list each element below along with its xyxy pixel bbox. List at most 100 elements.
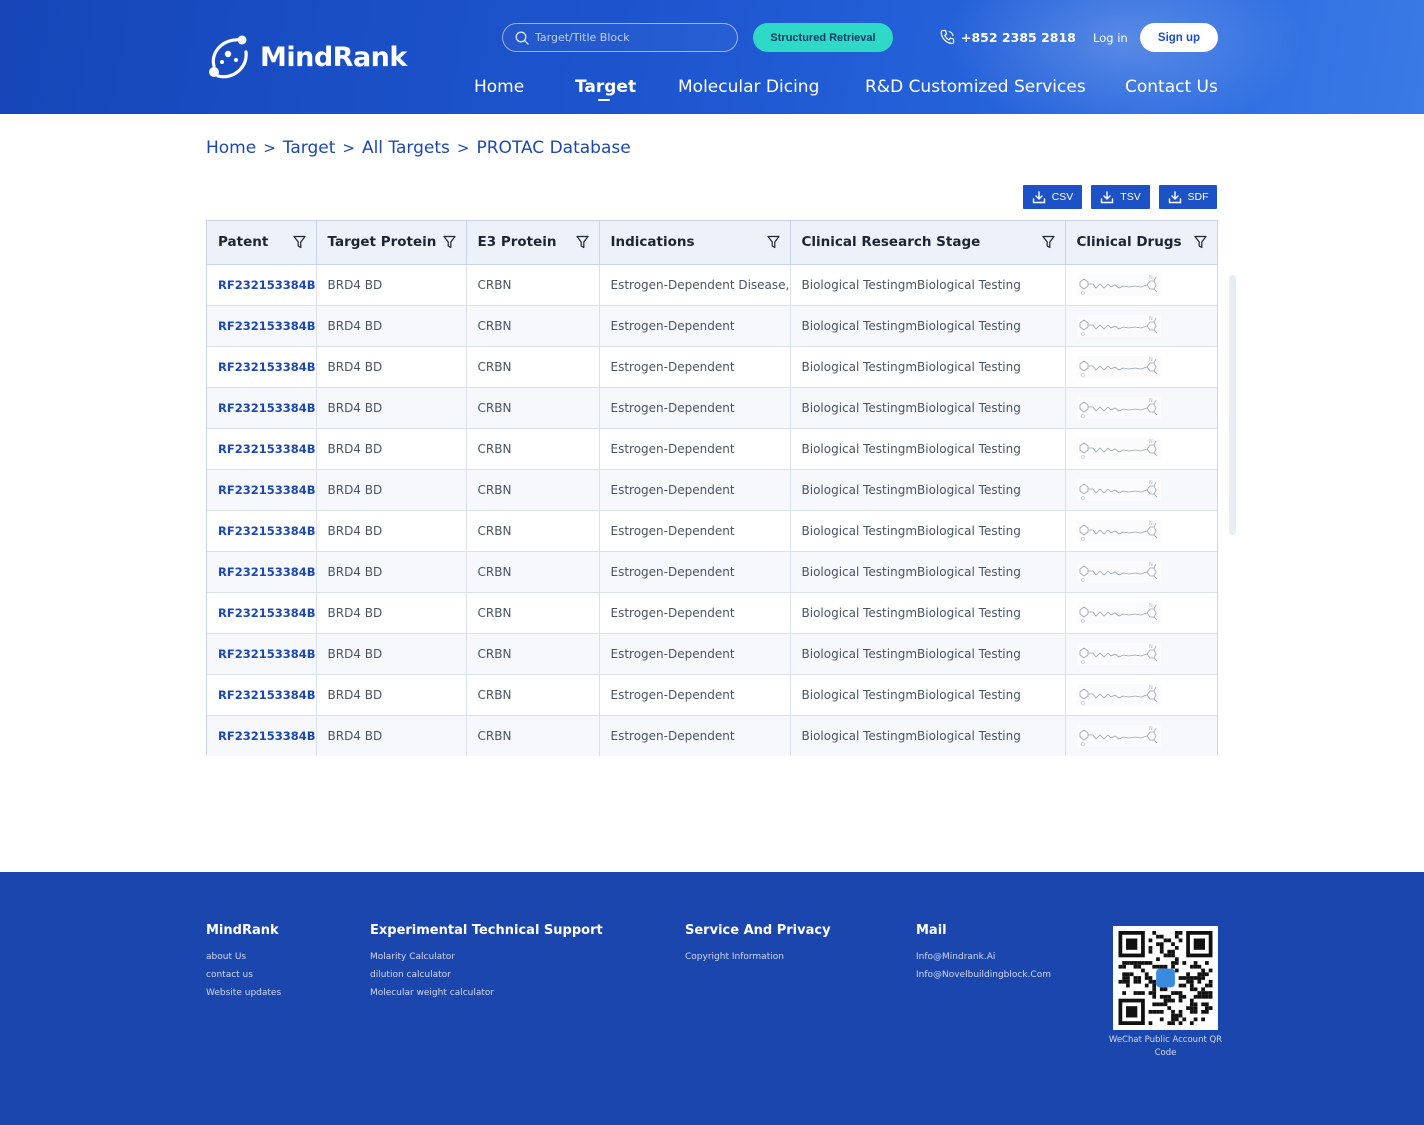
footer-link-copyright[interactable]: Copyright Information xyxy=(685,952,831,962)
table-row[interactable]: RF232153384B BRD4 BD CRBN Estrogen-Dependen… xyxy=(207,387,1217,429)
filter-icon[interactable] xyxy=(575,235,589,249)
table-row[interactable]: RF232153384B BRD4 BD CRBN Estrogen-Dependen… xyxy=(207,592,1217,634)
column-header-label: Clinical Drugs xyxy=(1076,234,1182,251)
molecule-structure-icon: ON xyxy=(1076,724,1161,747)
patent-cell[interactable]: RF232153384B xyxy=(207,510,317,552)
column-header[interactable]: Target Protein xyxy=(316,221,467,265)
brand-logo[interactable]: MindRank xyxy=(206,32,407,82)
target-protein-cell: BRD4 BD xyxy=(316,469,467,511)
search-input[interactable] xyxy=(535,31,725,44)
clinical-drug-cell[interactable]: ON xyxy=(1065,510,1217,552)
table-row[interactable]: RF232153384B BRD4 BD CRBN Estrogen-Dependen… xyxy=(207,551,1217,593)
column-header-label: Target Protein xyxy=(327,234,437,251)
download-icon xyxy=(1101,190,1114,203)
footer-link-molecular-weight[interactable]: Molecular weight calculator xyxy=(370,988,603,998)
breadcrumb-all-targets[interactable]: All Targets xyxy=(362,138,450,158)
breadcrumb-target[interactable]: Target xyxy=(283,138,336,158)
breadcrumb-home[interactable]: Home xyxy=(206,138,256,158)
footer-col-privacy: Service And Privacy Copyright Informatio… xyxy=(685,923,831,970)
login-link[interactable]: Log in xyxy=(1093,31,1128,45)
clinical-drug-cell[interactable]: ON xyxy=(1065,551,1217,593)
patent-cell[interactable]: RF232153384B xyxy=(207,633,317,675)
stage-cell: Biological TestingmBiological Testing xyxy=(790,469,1066,511)
qr-caption: WeChat Public Account QR Code xyxy=(1108,1035,1223,1058)
indication-cell: Estrogen-Dependent xyxy=(599,346,791,388)
stage-cell: Biological TestingmBiological Testing xyxy=(790,510,1066,552)
clinical-drug-cell[interactable]: ON xyxy=(1065,305,1217,347)
breadcrumb: Home > Target > All Targets > PROTAC Dat… xyxy=(206,138,631,158)
filter-icon[interactable] xyxy=(1041,235,1055,249)
footer-link-about[interactable]: about Us xyxy=(206,952,281,962)
clinical-drug-cell[interactable]: ON xyxy=(1065,469,1217,511)
footer-heading: Service And Privacy xyxy=(685,923,831,938)
patent-cell[interactable]: RF232153384B xyxy=(207,387,317,429)
search-box[interactable] xyxy=(502,23,738,52)
patent-cell[interactable]: RF232153384B xyxy=(207,592,317,634)
patent-cell[interactable]: RF232153384B xyxy=(207,264,317,306)
table-row[interactable]: RF232153384B BRD4 BD CRBN Estrogen-Dependen… xyxy=(207,469,1217,511)
table-row[interactable]: RF232153384B BRD4 BD CRBN Estrogen-Dependen… xyxy=(207,264,1217,306)
footer-link-mail-novel[interactable]: Info@Novelbuildingblock.Com xyxy=(916,970,1051,980)
clinical-drug-cell[interactable]: ON xyxy=(1065,428,1217,470)
patent-cell[interactable]: RF232153384B xyxy=(207,346,317,388)
patent-cell[interactable]: RF232153384B xyxy=(207,305,317,347)
svg-text:O: O xyxy=(1081,619,1085,624)
table-row[interactable]: RF232153384B BRD4 BD CRBN Estrogen-Dependen… xyxy=(207,510,1217,552)
clinical-drug-cell[interactable]: ON xyxy=(1065,592,1217,634)
brand-name: MindRank xyxy=(260,41,407,73)
nav-target[interactable]: Target xyxy=(575,77,636,97)
table-scrollbar[interactable] xyxy=(1229,275,1236,535)
nav-molecular-dicing[interactable]: Molecular Dicing xyxy=(678,77,819,97)
clinical-drug-cell[interactable]: ON xyxy=(1065,346,1217,388)
breadcrumb-separator: > xyxy=(342,139,355,157)
export-tsv-label: TSV xyxy=(1120,191,1141,203)
table-row[interactable]: RF232153384B BRD4 BD CRBN Estrogen-Dependen… xyxy=(207,346,1217,388)
table-row[interactable]: RF232153384B BRD4 BD CRBN Estrogen-Dependen… xyxy=(207,715,1217,756)
table-row[interactable]: RF232153384B BRD4 BD CRBN Estrogen-Dependen… xyxy=(207,633,1217,675)
nav-active-indicator xyxy=(598,99,610,101)
export-csv-button[interactable]: CSV xyxy=(1023,185,1082,209)
clinical-drug-cell[interactable]: ON xyxy=(1065,715,1217,756)
stage-cell: Biological TestingmBiological Testing xyxy=(790,305,1066,347)
svg-text:N: N xyxy=(1149,562,1153,568)
signup-button[interactable]: Sign up xyxy=(1140,23,1218,52)
column-header-label: Indications xyxy=(610,234,695,251)
protac-table: Patent Target Protein E3 Protein Indication… xyxy=(206,220,1218,756)
table-row[interactable]: RF232153384B BRD4 BD CRBN Estrogen-Dependen… xyxy=(207,428,1217,470)
nav-rd-services[interactable]: R&D Customized Services xyxy=(865,77,1086,97)
clinical-drug-cell[interactable]: ON xyxy=(1065,387,1217,429)
svg-text:N: N xyxy=(1149,316,1153,322)
nav-home[interactable]: Home xyxy=(474,77,524,97)
patent-cell[interactable]: RF232153384B xyxy=(207,428,317,470)
filter-icon[interactable] xyxy=(1194,235,1207,249)
patent-cell[interactable]: RF232153384B xyxy=(207,715,317,756)
export-sdf-button[interactable]: SDF xyxy=(1159,185,1217,209)
svg-text:O: O xyxy=(1081,455,1085,460)
filter-icon[interactable] xyxy=(292,235,306,249)
patent-cell[interactable]: RF232153384B xyxy=(207,551,317,593)
patent-cell[interactable]: RF232153384B xyxy=(207,469,317,511)
breadcrumb-separator: > xyxy=(456,139,470,157)
filter-icon[interactable] xyxy=(766,235,780,249)
structured-retrieval-button[interactable]: Structured Retrieval xyxy=(753,23,893,52)
export-tsv-button[interactable]: TSV xyxy=(1091,185,1150,209)
footer-link-contact[interactable]: contact us xyxy=(206,970,281,980)
column-header[interactable]: Clinical Drugs xyxy=(1065,221,1217,265)
clinical-drug-cell[interactable]: ON xyxy=(1065,264,1217,306)
column-header[interactable]: Clinical Research Stage xyxy=(790,221,1066,265)
column-header[interactable]: E3 Protein xyxy=(466,221,600,265)
nav-contact-us[interactable]: Contact Us xyxy=(1125,77,1218,97)
footer-link-updates[interactable]: Website updates xyxy=(206,988,281,998)
table-row[interactable]: RF232153384B BRD4 BD CRBN Estrogen-Dependen… xyxy=(207,674,1217,716)
column-header[interactable]: Indications xyxy=(599,221,791,265)
filter-icon[interactable] xyxy=(442,235,456,249)
footer-link-dilution[interactable]: dilution calculator xyxy=(370,970,603,980)
table-row[interactable]: RF232153384B BRD4 BD CRBN Estrogen-Dependen… xyxy=(207,305,1217,347)
patent-cell[interactable]: RF232153384B xyxy=(207,674,317,716)
footer-link-mail-mindrank[interactable]: Info@Mindrank.Ai xyxy=(916,952,1051,962)
clinical-drug-cell[interactable]: ON xyxy=(1065,674,1217,716)
svg-text:N: N xyxy=(1149,603,1153,609)
clinical-drug-cell[interactable]: ON xyxy=(1065,633,1217,675)
footer-link-molarity[interactable]: Molarity Calculator xyxy=(370,952,603,962)
column-header[interactable]: Patent xyxy=(207,221,317,265)
